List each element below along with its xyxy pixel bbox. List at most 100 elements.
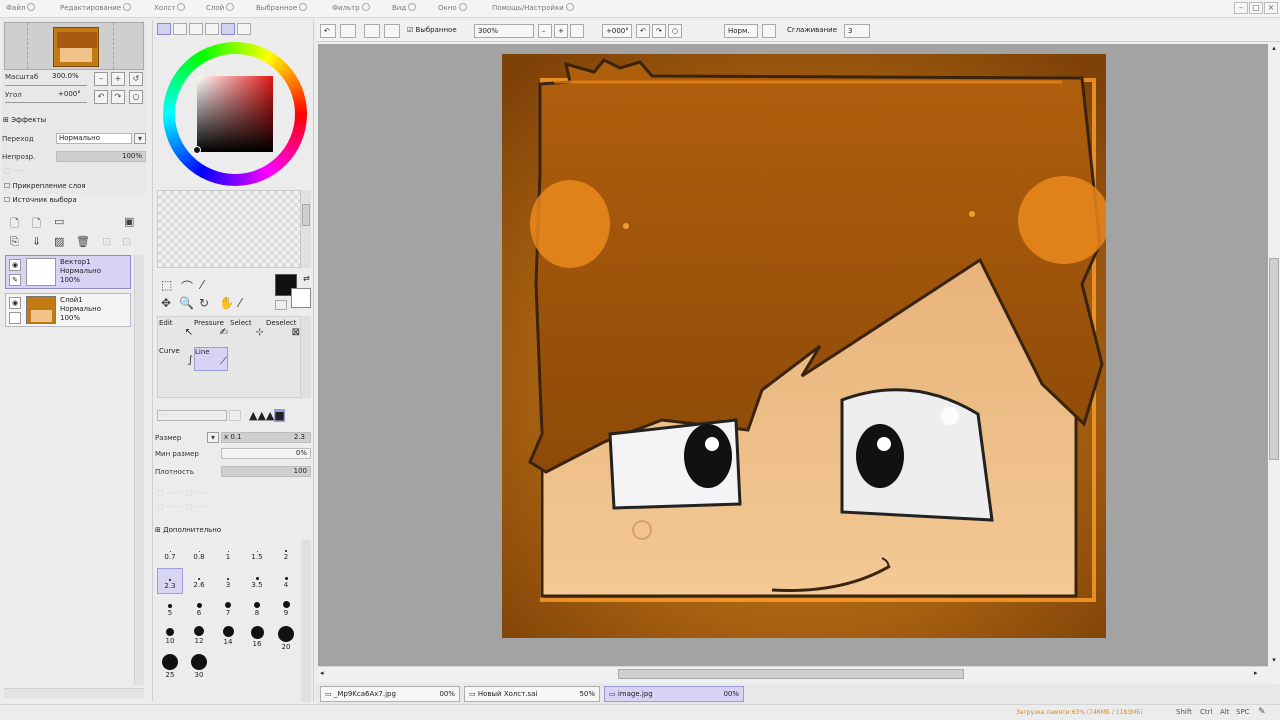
layers-scrollbar[interactable]: [134, 255, 144, 685]
selection-source-checkbox[interactable]: ☐ Источник выбора: [4, 196, 77, 204]
delete-layer-icon[interactable]: 🗑: [76, 235, 90, 248]
tools-scrollbar[interactable]: [301, 316, 311, 398]
rotate-left-button[interactable]: ↶: [94, 90, 108, 104]
menu-help[interactable]: Помощь/Настройки: [492, 3, 574, 12]
zoom-in-button[interactable]: +: [111, 72, 125, 86]
magic-wand-icon[interactable]: ⁄: [201, 278, 203, 292]
zoom-in-icon[interactable]: +: [554, 24, 568, 38]
tool-line[interactable]: Line ⟋: [194, 347, 228, 371]
rotate-right-icon[interactable]: ↷: [652, 24, 666, 38]
rect-select-icon[interactable]: ⬚: [161, 278, 172, 292]
swatches-tab[interactable]: [205, 23, 219, 35]
transparent-color-icon[interactable]: [275, 300, 287, 310]
move-icon[interactable]: ✥: [161, 296, 171, 310]
menu-selection[interactable]: Выбранное: [256, 3, 308, 12]
show-selection-checkbox[interactable]: ☑ Выбранное: [404, 24, 468, 38]
menu-filter[interactable]: Фильтр: [332, 3, 370, 12]
new-layer-icon[interactable]: 🗋: [10, 215, 19, 234]
clip-layer-checkbox[interactable]: ☐ Прикрепление слоя: [4, 182, 86, 190]
tool-edit[interactable]: Edit ↖: [159, 319, 193, 343]
brush-tip-icons[interactable]: ▲▲▲■: [249, 409, 285, 422]
flip-view-icon[interactable]: [762, 24, 776, 38]
copy-layer-icon[interactable]: ⎘: [10, 235, 19, 249]
rotate-left-icon[interactable]: ↶: [636, 24, 650, 38]
clear-layer-icon[interactable]: ▨: [54, 235, 64, 248]
effects-header[interactable]: ⊞ Эффекты: [3, 116, 46, 124]
brush-grid-scrollbar[interactable]: [301, 540, 311, 702]
hsv-slider-tab[interactable]: [189, 23, 203, 35]
invert-selection-button[interactable]: [384, 24, 400, 38]
zoom-select[interactable]: 300%: [474, 24, 534, 38]
layer-item-layer1[interactable]: ◉ Слой1 Нормально 100%: [5, 293, 131, 327]
artwork-canvas[interactable]: [502, 54, 1106, 638]
menu-layer[interactable]: Слой: [206, 3, 235, 12]
blend-dropdown-icon[interactable]: ▾: [134, 133, 146, 144]
undo-button[interactable]: ↶: [320, 24, 336, 38]
rotate-reset-button[interactable]: ○: [129, 90, 143, 104]
brush-size-cell[interactable]: 30: [186, 652, 212, 679]
stabilizer-select[interactable]: 3: [844, 24, 870, 38]
menu-view[interactable]: Вид: [392, 3, 417, 12]
zoom-out-icon[interactable]: –: [538, 24, 552, 38]
eye-icon[interactable]: ◉: [9, 259, 21, 271]
minimize-button[interactable]: –: [1234, 2, 1248, 14]
brush-size-cell[interactable]: 1.5: [244, 540, 270, 566]
layer-panel-menu-icon[interactable]: ▣: [124, 215, 134, 228]
canvas-horizontal-scrollbar[interactable]: ◂ ▸: [318, 666, 1268, 682]
brush-size-cell[interactable]: 6: [186, 596, 212, 622]
scroll-up-icon[interactable]: ▴: [1269, 44, 1279, 54]
size-slider[interactable]: x 0.1 2.3: [221, 432, 311, 443]
eye-icon[interactable]: ◉: [9, 297, 21, 309]
brush-size-cell[interactable]: 7: [215, 596, 241, 622]
brush-size-cell[interactable]: 20: [273, 624, 299, 651]
color-wheel[interactable]: [163, 42, 307, 186]
scroll-right-icon[interactable]: ▸: [1254, 669, 1264, 679]
menu-file[interactable]: Файл: [6, 3, 36, 12]
zoom-slider[interactable]: [5, 85, 87, 86]
lasso-icon[interactable]: ⌒: [181, 278, 193, 295]
brush-size-cell[interactable]: 3: [215, 568, 241, 594]
scroll-down-icon[interactable]: ▾: [1269, 656, 1279, 666]
rotate-icon[interactable]: ↻: [199, 296, 209, 310]
brush-size-cell[interactable]: 10: [157, 624, 183, 650]
zoom-value[interactable]: 300.0%: [50, 72, 88, 83]
brush-size-cell[interactable]: 16: [244, 624, 270, 650]
opacity-slider[interactable]: 100%: [56, 151, 146, 162]
horizontal-scroll-thumb[interactable]: [618, 669, 964, 679]
saturation-value-square[interactable]: [197, 76, 273, 152]
brush-size-cell[interactable]: 2: [273, 540, 299, 566]
size-multiplier-dropdown[interactable]: ▾: [207, 432, 219, 443]
tool-select[interactable]: Select ⊹: [230, 319, 264, 343]
swap-colors-icon[interactable]: ⇄: [303, 274, 310, 283]
canvas-area[interactable]: [318, 44, 1268, 666]
brush-size-cell[interactable]: 2.6: [186, 568, 212, 594]
document-tab[interactable]: ▭ Новый Холст.sai 50%: [464, 686, 600, 702]
new-vector-layer-icon[interactable]: 🗋: [32, 215, 41, 234]
zoom-out-button[interactable]: –: [94, 72, 108, 86]
hand-icon[interactable]: ✋: [219, 296, 234, 310]
palette-tab[interactable]: [237, 23, 251, 35]
tool-deselect[interactable]: Deselect ⊠: [266, 319, 300, 343]
document-tab-active[interactable]: ▭ image.jpg 00%: [604, 686, 744, 702]
brush-size-cell[interactable]: 25: [157, 652, 183, 679]
scroll-left-icon[interactable]: ◂: [320, 669, 330, 679]
rotate-right-button[interactable]: ↷: [111, 90, 125, 104]
scratchpad-tab[interactable]: [221, 23, 235, 35]
min-size-slider[interactable]: 0%: [221, 448, 311, 459]
brush-size-cell[interactable]: 9: [273, 596, 299, 622]
angle-slider[interactable]: [5, 102, 87, 103]
brush-size-cell[interactable]: 8: [244, 596, 270, 622]
brush-size-cell[interactable]: 4: [273, 568, 299, 594]
advanced-settings-toggle[interactable]: ⊞ Дополнительно: [155, 526, 221, 534]
pen-lock-icon[interactable]: ✎: [9, 274, 21, 286]
brush-size-cell[interactable]: 1: [215, 540, 241, 566]
view-mode-select[interactable]: Норм.: [724, 24, 758, 38]
document-tab[interactable]: ▭ _Mp9Kca6Ax7.jpg 00%: [320, 686, 460, 702]
angle-select[interactable]: +000°: [602, 24, 632, 38]
tool-pressure[interactable]: Pressure ✍: [194, 319, 228, 343]
rgb-slider-tab[interactable]: [173, 23, 187, 35]
blend-select[interactable]: Нормально: [56, 133, 132, 144]
brush-size-cell[interactable]: 12: [186, 624, 212, 650]
close-button[interactable]: ×: [1264, 2, 1278, 14]
tool-curve[interactable]: Curve ∫: [159, 347, 193, 371]
